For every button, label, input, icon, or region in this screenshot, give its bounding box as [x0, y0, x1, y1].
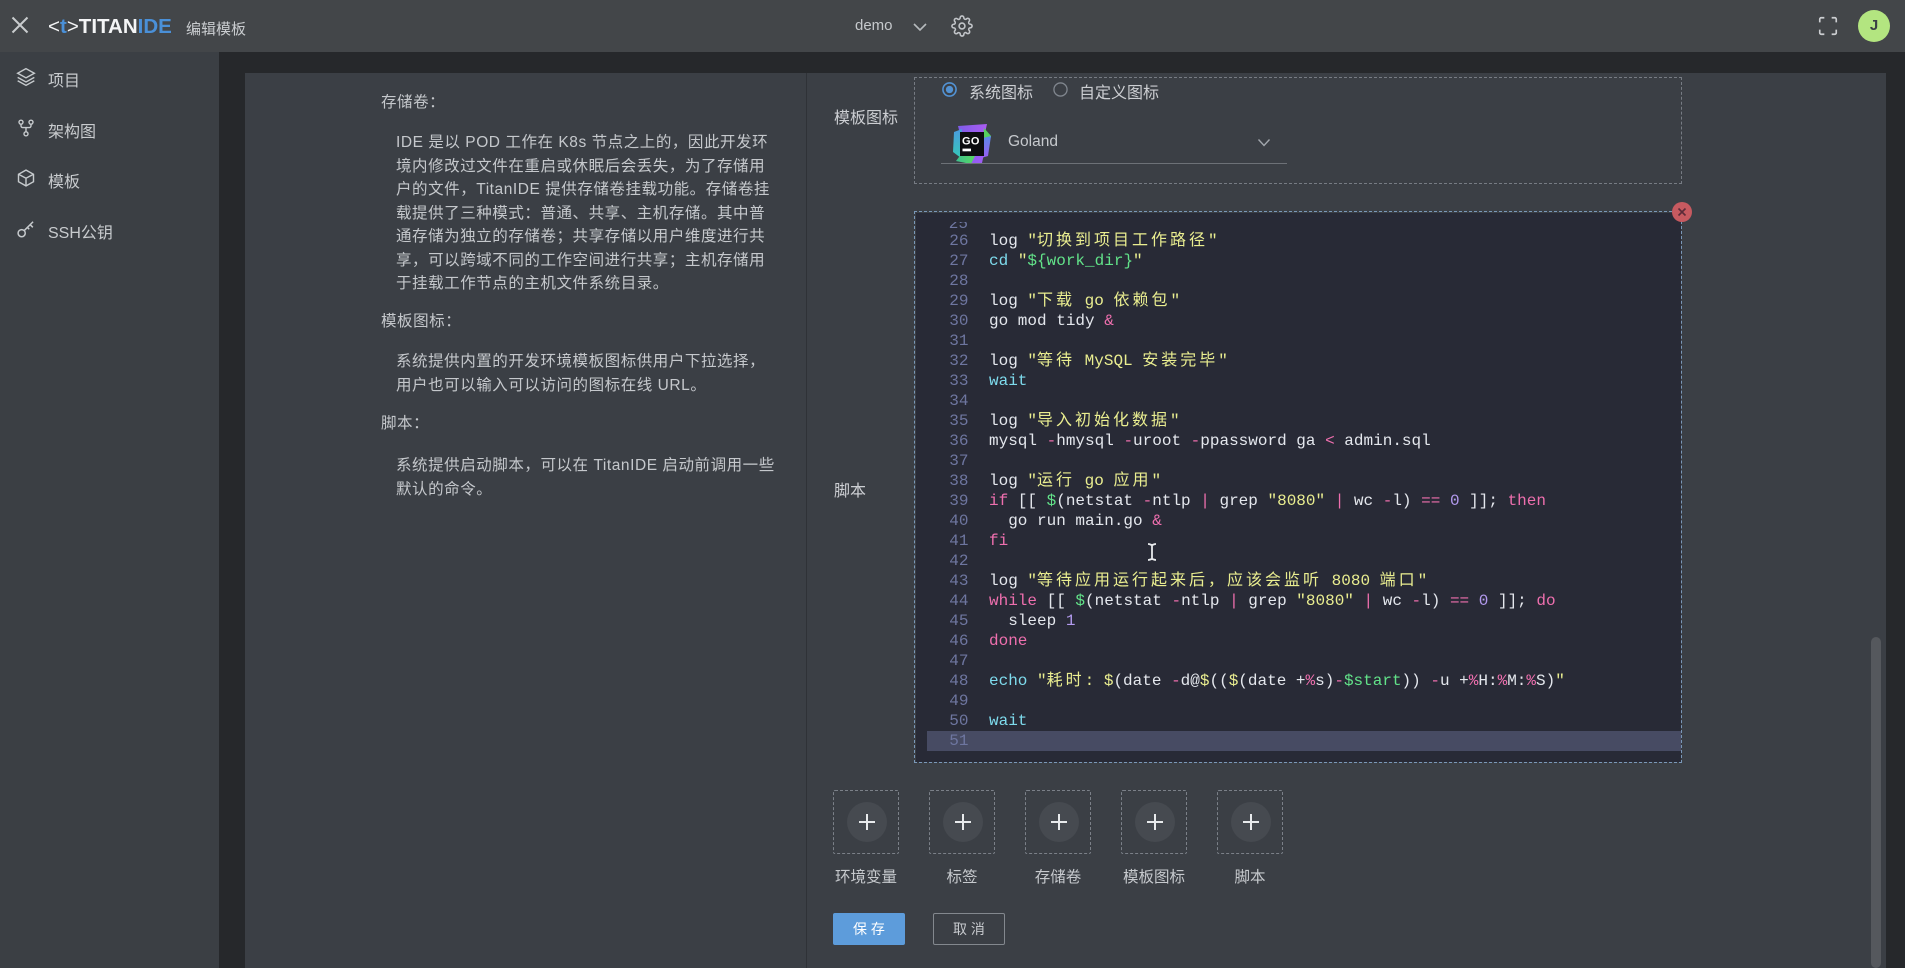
- svg-text:GO: GO: [962, 136, 980, 148]
